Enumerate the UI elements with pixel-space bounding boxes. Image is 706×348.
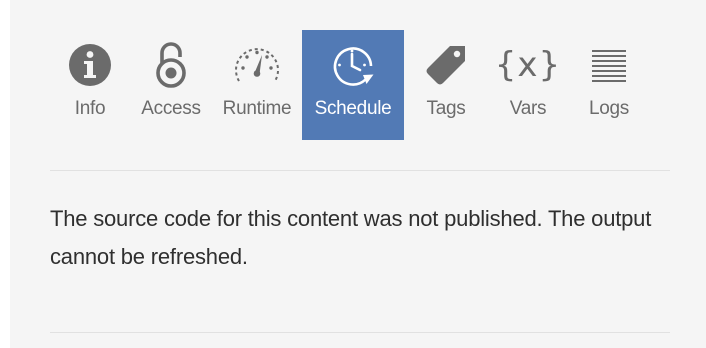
tab-info[interactable]: Info (50, 30, 130, 140)
tab-label: Vars (509, 98, 547, 119)
tag-icon (424, 42, 468, 88)
vars-glyph: {x} (494, 45, 562, 85)
tab-label: Access (141, 98, 201, 119)
vars-icon: {x} (495, 42, 561, 88)
divider-bottom (50, 332, 670, 333)
tab-label: Info (74, 98, 106, 119)
tab-label: Runtime (222, 98, 292, 119)
unpublished-source-message: The source code for this content was not… (50, 206, 652, 269)
clock-icon (330, 42, 376, 88)
tab-vars[interactable]: {x} Vars (488, 30, 568, 140)
tab-tags[interactable]: Tags (404, 30, 488, 140)
padlock-icon (154, 42, 188, 88)
tab-access[interactable]: Access (130, 30, 212, 140)
tab-label: Schedule (314, 98, 392, 119)
speedometer-icon (232, 42, 282, 88)
tab-bar: Info Access Runtime Schedule Tags {x} Va… (50, 30, 650, 140)
tab-schedule[interactable]: Schedule (302, 30, 404, 140)
tab-label: Tags (426, 98, 466, 119)
tab-runtime[interactable]: Runtime (212, 30, 302, 140)
info-icon (68, 42, 112, 88)
lines-icon (591, 42, 627, 88)
divider-top (50, 170, 670, 171)
settings-panel: Info Access Runtime Schedule Tags {x} Va… (10, 0, 706, 348)
tab-logs[interactable]: Logs (568, 30, 650, 140)
tab-label: Logs (588, 98, 629, 119)
